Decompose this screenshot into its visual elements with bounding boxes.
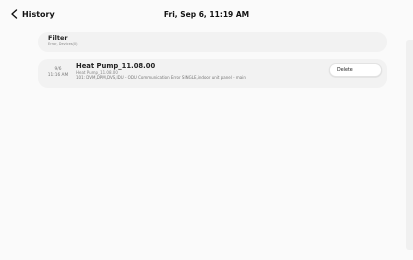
entry-time: 11:16 AM <box>47 73 69 78</box>
entry-title: Heat Pump_11.08.00 <box>76 62 156 70</box>
entry-info: Heat Pump_11.08.00 Heat Pump_11.08.00 10… <box>76 62 326 80</box>
filter-card[interactable]: Filter Error, Devices(0) <box>38 32 387 52</box>
entry-timestamp: 9/6 11:16 AM <box>44 67 72 79</box>
delete-button[interactable]: Delete <box>329 63 382 77</box>
filter-title: Filter <box>48 34 68 42</box>
entry-error-detail: 101: DVM,DPM,DVS,IDU - ODU Communication… <box>76 75 246 80</box>
side-panel-edge <box>406 40 413 250</box>
filter-subtitle: Error, Devices(0) <box>48 42 78 46</box>
history-entry[interactable]: 9/6 11:16 AM Heat Pump_11.08.00 Heat Pum… <box>38 59 387 88</box>
current-datetime: Fri, Sep 6, 11:19 AM <box>163 10 250 19</box>
history-screen: History Fri, Sep 6, 11:19 AM Filter Erro… <box>0 0 413 260</box>
header: History Fri, Sep 6, 11:19 AM <box>0 0 413 32</box>
history-content: Filter Error, Devices(0) 9/6 11:16 AM He… <box>38 32 387 88</box>
